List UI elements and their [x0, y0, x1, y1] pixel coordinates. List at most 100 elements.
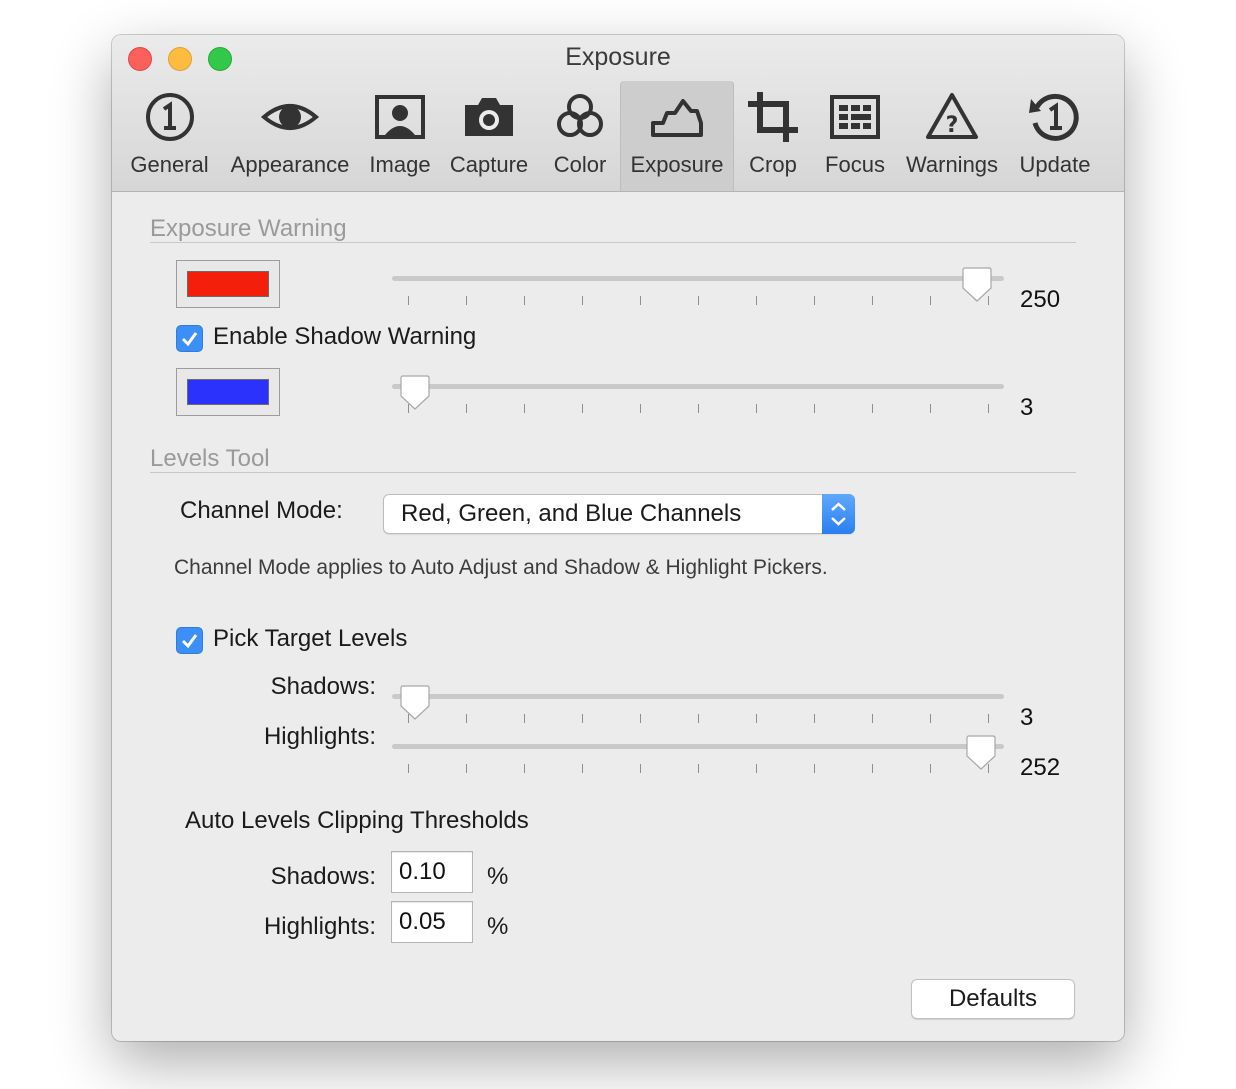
slider-track: [392, 276, 1004, 281]
clip-shadows-field[interactable]: 0.10: [391, 851, 473, 893]
tab-label: Warnings: [905, 152, 999, 177]
slider-tick: [582, 296, 583, 305]
tab-label: Crop: [749, 152, 797, 177]
slider-track: [392, 694, 1004, 699]
target-highlights-slider[interactable]: [392, 734, 1004, 786]
target-shadows-slider[interactable]: [392, 684, 1004, 736]
defaults-button[interactable]: Defaults: [911, 979, 1075, 1019]
slider-tick: [698, 296, 699, 305]
tab-label: Focus: [825, 152, 885, 177]
slider-tick: [930, 714, 931, 723]
slider-tick: [640, 296, 641, 305]
slider-track: [392, 384, 1004, 389]
slider-thumb[interactable]: [399, 684, 431, 722]
warning-triangle-icon: ?: [926, 93, 978, 139]
highlight-warning-color-well[interactable]: [176, 260, 280, 308]
slider-tick: [988, 714, 989, 723]
slider-tick: [408, 764, 409, 773]
shadow-warning-color-well[interactable]: [176, 368, 280, 416]
slider-tick: [814, 764, 815, 773]
tab-label: Update: [1019, 152, 1091, 177]
clip-highlights-field[interactable]: 0.05: [391, 901, 473, 943]
highlight-warning-slider[interactable]: [392, 266, 1004, 318]
chevron-up-down-icon: [831, 502, 846, 526]
shadow-warning-slider[interactable]: [392, 374, 1004, 426]
slider-tick: [930, 296, 931, 305]
slider-tick: [466, 764, 467, 773]
window-title: Exposure: [565, 43, 671, 71]
histogram-icon: [651, 99, 703, 137]
slider-tick: [524, 296, 525, 305]
target-highlights-value: 252: [1020, 754, 1061, 781]
tab-label: Capture: [449, 152, 529, 177]
section-divider: [150, 242, 1076, 243]
clip-shadows-percent: %: [487, 863, 509, 890]
pick-target-levels-label[interactable]: Pick Target Levels: [213, 625, 407, 653]
tab-capture[interactable]: Capture: [446, 81, 532, 191]
checkmark-icon: [181, 634, 198, 649]
shadow-color-fill: [187, 379, 269, 405]
slider-tick: [872, 296, 873, 305]
shadow-warning-value: 3: [1020, 394, 1034, 421]
target-highlights-label: Highlights:: [263, 723, 376, 750]
portrait-icon: [375, 95, 425, 139]
slider-tick: [756, 404, 757, 413]
levels-tool-title: Levels Tool: [150, 445, 270, 472]
channel-mode-popup[interactable]: Red, Green, and Blue Channels: [383, 494, 855, 534]
tab-image[interactable]: Image: [364, 81, 436, 191]
clipping-thresholds-title: Auto Levels Clipping Thresholds: [185, 807, 529, 834]
camera-icon: [465, 98, 513, 136]
checkmark-icon: [181, 332, 198, 347]
titlebar-toolbar: Exposure General Appearance Image Captur…: [112, 35, 1124, 192]
slider-tick: [930, 764, 931, 773]
slider-thumb[interactable]: [961, 266, 993, 304]
preferences-window: Exposure General Appearance Image Captur…: [112, 35, 1124, 1041]
tab-label: General: [130, 152, 209, 177]
slider-tick: [988, 404, 989, 413]
slider-tick: [814, 404, 815, 413]
tab-appearance[interactable]: Appearance: [224, 81, 356, 191]
clip-highlights-percent: %: [487, 913, 509, 940]
clip-highlights-label: Highlights:: [263, 913, 376, 940]
tab-label: Color: [553, 152, 607, 177]
tab-color[interactable]: Color: [540, 81, 620, 191]
pick-target-levels-checkbox[interactable]: [176, 627, 203, 654]
tab-warnings[interactable]: ? Warnings: [902, 81, 1002, 191]
update-icon: [1029, 93, 1079, 141]
tab-update[interactable]: Update: [1010, 81, 1100, 191]
enable-shadow-warning-checkbox[interactable]: [176, 325, 203, 352]
section-divider: [150, 472, 1076, 473]
slider-tick: [872, 714, 873, 723]
slider-tick: [756, 714, 757, 723]
slider-tick: [582, 714, 583, 723]
slider-tick: [756, 764, 757, 773]
slider-tick: [698, 404, 699, 413]
channel-mode-value: Red, Green, and Blue Channels: [401, 500, 742, 527]
enable-shadow-warning-label[interactable]: Enable Shadow Warning: [213, 323, 476, 351]
slider-tick: [408, 296, 409, 305]
exposure-warning-title: Exposure Warning: [150, 215, 347, 242]
slider-tick: [698, 764, 699, 773]
tab-crop[interactable]: Crop: [740, 81, 806, 191]
highlight-warning-value: 250: [1020, 286, 1061, 313]
slider-tick: [582, 764, 583, 773]
slider-tick: [640, 764, 641, 773]
tab-general[interactable]: General: [126, 81, 213, 191]
focus-grid-icon: [830, 95, 880, 139]
slider-thumb[interactable]: [399, 374, 431, 412]
slider-tick: [756, 296, 757, 305]
tab-label: Appearance: [230, 152, 350, 177]
slider-tick: [814, 714, 815, 723]
channel-mode-label: Channel Mode:: [180, 497, 343, 524]
slider-thumb[interactable]: [965, 734, 997, 772]
slider-tick: [872, 764, 873, 773]
popup-stepper[interactable]: [822, 494, 855, 534]
slider-tick: [872, 404, 873, 413]
slider-tick: [466, 296, 467, 305]
slider-track: [392, 744, 1004, 749]
tab-focus[interactable]: Focus: [816, 81, 894, 191]
general-icon: [145, 93, 194, 141]
slider-tick: [582, 404, 583, 413]
tab-exposure[interactable]: Exposure: [620, 81, 734, 191]
slider-tick: [466, 714, 467, 723]
